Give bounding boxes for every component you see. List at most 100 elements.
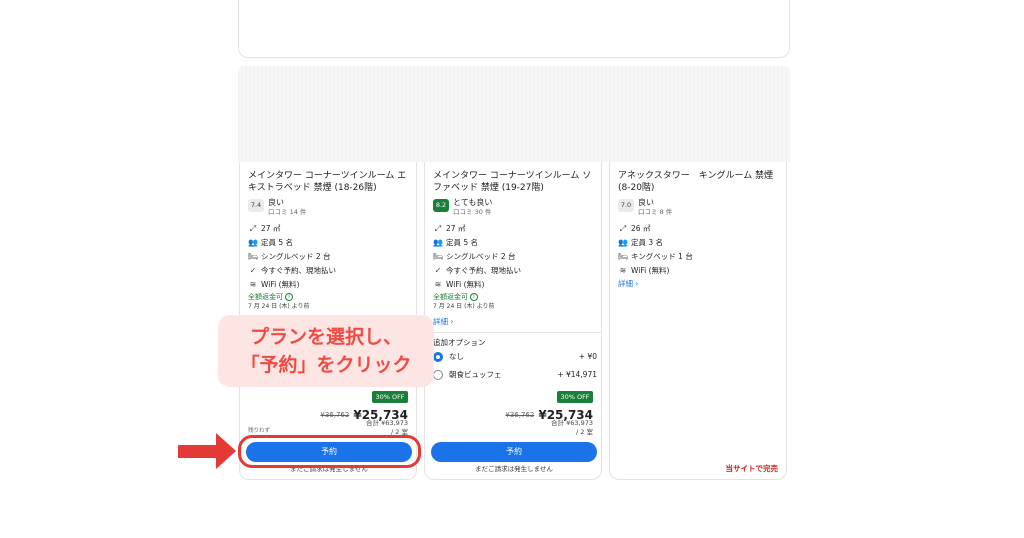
original-price: ¥36,762 (320, 411, 350, 419)
check-icon: ✓ (249, 266, 257, 275)
option-breakfast[interactable]: 朝食ビュッフェ + ¥14,971 (433, 369, 597, 381)
review-count: 口コミ 30 件 (453, 208, 492, 216)
chevron-right-icon: › (450, 317, 454, 326)
sold-out-label: 当サイトで完売 (725, 464, 779, 473)
amenity-list: ⤢ 27 ㎡ 👥 定員 5 名 🛏 シングルベッド 2 台 ✓ 今すぐ予約、現地払い ≋… (248, 222, 414, 292)
bed-icon: 🛏 (433, 252, 444, 261)
option-label: なし (449, 352, 464, 361)
info-icon[interactable]: i (285, 293, 293, 301)
bed-icon: 🛏 (248, 252, 259, 261)
amenity-text: 定員 3 名 (631, 238, 664, 247)
rating-score: 7.4 (248, 199, 264, 212)
details-label: 詳細 (618, 279, 633, 288)
room-title: メインタワー コーナーツインルーム エキストラベッド 禁煙 (18-26階) (248, 171, 407, 193)
details-label: 詳細 (433, 317, 448, 326)
details-link[interactable]: 詳細 › (618, 279, 638, 289)
room-photos-strip (238, 66, 790, 162)
rating-label: 良い (638, 198, 654, 207)
amenity-item: ⤢ 26 ㎡ (618, 222, 784, 236)
option-price: + ¥0 (578, 352, 597, 361)
refund-policy: 全額返金可 i (433, 292, 478, 302)
wifi-icon: ≋ (434, 280, 442, 289)
amenity-item: ✓ 今すぐ予約、現地払い (248, 264, 414, 278)
refund-text: 全額返金可 (433, 293, 468, 301)
instruction-callout: プランを選択し、 「予約」をクリック (218, 315, 434, 387)
amenity-text: シングルベッド 2 台 (261, 252, 331, 261)
amenity-list: ⤢ 27 ㎡ 👥 定員 5 名 🛏 シングルベッド 2 台 ✓ 今すぐ予約、現地払い ≋… (433, 222, 599, 292)
people-icon: 👥 (248, 238, 258, 247)
room-size-icon: ⤢ (249, 224, 257, 233)
callout-line-2: 「予約」をクリック (240, 354, 412, 376)
check-icon: ✓ (434, 266, 442, 275)
reserve-button[interactable]: 予約 (431, 442, 597, 462)
rating-label: とても良い (453, 198, 493, 207)
no-charge-note: まだご請求は発生しません (475, 465, 553, 473)
amenity-item: 🛏 シングルベッド 2 台 (433, 250, 599, 264)
amenity-item: ⤢ 27 ㎡ (248, 222, 414, 236)
amenity-item: 👥 定員 5 名 (248, 236, 414, 250)
room-size-icon: ⤢ (619, 224, 627, 233)
total-price: 合計 ¥63,973 (366, 419, 408, 427)
info-icon[interactable]: i (470, 293, 478, 301)
rating-score: 8.2 (433, 199, 449, 212)
radio-unselected[interactable] (433, 370, 443, 380)
amenity-text: 26 ㎡ (631, 224, 651, 233)
amenity-text: 今すぐ予約、現地払い (261, 266, 336, 275)
people-icon: 👥 (618, 238, 628, 247)
callout-line-1: プランを選択し、 (249, 326, 402, 348)
review-count: 口コミ 8 件 (638, 208, 673, 216)
amenity-item: 👥 定員 3 名 (618, 236, 784, 250)
wifi-icon: ≋ (249, 280, 257, 289)
amenity-text: WiFi (無料) (631, 266, 670, 275)
total-price: 合計 ¥63,973 (551, 419, 593, 427)
amenity-text: シングルベッド 2 台 (446, 252, 516, 261)
bed-icon: 🛏 (618, 252, 629, 261)
discount-badge: 30% OFF (372, 391, 408, 403)
amenity-item: 👥 定員 5 名 (433, 236, 599, 250)
amenity-item: ≋ WiFi (無料) (433, 278, 599, 292)
amenity-item: ✓ 今すぐ予約、現地払い (433, 264, 599, 278)
refund-text: 全額返金可 (248, 293, 283, 301)
room-title: アネックスタワー キングルーム 禁煙 (8-20階) (618, 171, 774, 193)
people-icon: 👥 (433, 238, 443, 247)
room-size-icon: ⤢ (434, 224, 442, 233)
chevron-right-icon: › (635, 279, 639, 288)
amenity-text: 27 ㎡ (261, 224, 281, 233)
amenity-text: WiFi (無料) (261, 280, 300, 289)
amenity-list: ⤢ 26 ㎡ 👥 定員 3 名 🛏 キングベッド 1 台 ≋ WiFi (無料) (618, 222, 784, 278)
amenity-text: キングベッド 1 台 (631, 252, 693, 261)
refund-policy: 全額返金可 i (248, 292, 293, 302)
pointer-arrow-icon (216, 433, 236, 469)
amenity-item: 🛏 シングルベッド 2 台 (248, 250, 414, 264)
amenity-item: ⤢ 27 ㎡ (433, 222, 599, 236)
refund-deadline: 7 月 24 日 (木) より前 (433, 303, 495, 310)
option-none[interactable]: なし + ¥0 (433, 351, 597, 363)
room-count: / 2 室 (576, 428, 593, 436)
previous-card-bottom (238, 0, 790, 58)
amenity-text: 定員 5 名 (261, 238, 294, 247)
option-label: 朝食ビュッフェ (449, 370, 502, 379)
original-price: ¥36,762 (505, 411, 535, 419)
rating-label: 良い (268, 198, 284, 207)
room-title: メインタワー コーナーツインルーム ソファベッド 禁煙 (19-27階) (433, 171, 592, 193)
room-card-2: メインタワー コーナーツインルーム ソファベッド 禁煙 (19-27階) 8.2… (424, 162, 602, 480)
availability-note: 残りわず (248, 428, 271, 434)
reserve-highlight-ring (238, 435, 421, 468)
option-price: + ¥14,971 (557, 370, 597, 379)
amenity-text: WiFi (無料) (446, 280, 485, 289)
amenity-text: 今すぐ予約、現地払い (446, 266, 521, 275)
rating-score: 7.0 (618, 199, 634, 212)
radio-selected[interactable] (433, 352, 443, 362)
divider (425, 332, 601, 333)
details-link[interactable]: 詳細 › (433, 317, 453, 327)
amenity-text: 定員 5 名 (446, 238, 479, 247)
room-card-3: アネックスタワー キングルーム 禁煙 (8-20階) 7.0 良い 口コミ 8 … (609, 162, 787, 480)
discount-badge: 30% OFF (557, 391, 593, 403)
review-count: 口コミ 14 件 (268, 208, 307, 216)
amenity-item: 🛏 キングベッド 1 台 (618, 250, 784, 264)
amenity-text: 27 ㎡ (446, 224, 466, 233)
options-title: 追加オプション (433, 338, 486, 347)
refund-deadline: 7 月 24 日 (木) より前 (248, 303, 310, 310)
amenity-item: ≋ WiFi (無料) (248, 278, 414, 292)
wifi-icon: ≋ (619, 266, 627, 275)
